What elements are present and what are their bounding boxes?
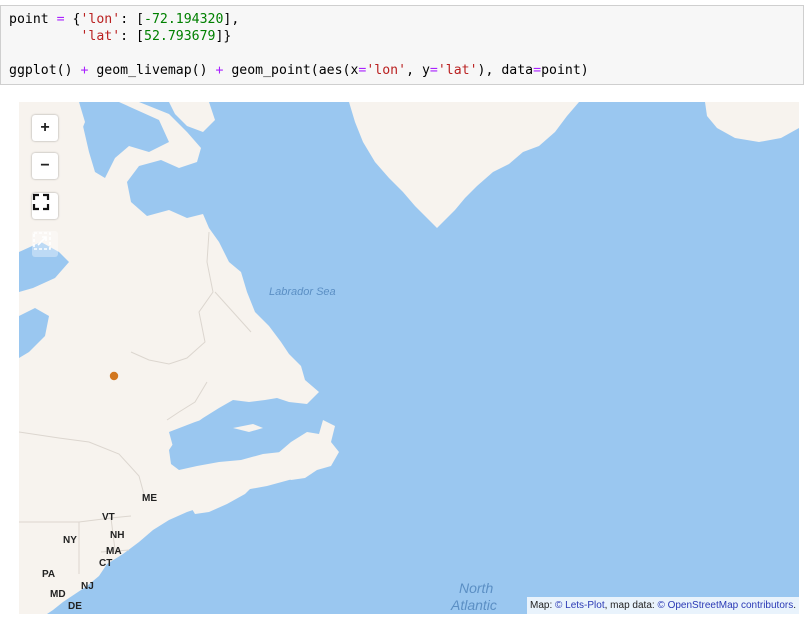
code-token: 'lat' <box>437 63 478 78</box>
attribution-text: Map: <box>529 600 555 611</box>
code-token: point <box>9 12 49 27</box>
state-label-me: ME <box>142 493 157 504</box>
code-token: ]} <box>215 29 232 44</box>
code-token: geom_point(aes(x <box>223 63 359 78</box>
code-token: : [ <box>120 12 145 27</box>
code-token: 'lon' <box>366 63 407 78</box>
code-token: ggplot() <box>9 63 81 78</box>
geom-point[interactable] <box>109 371 119 381</box>
fullscreen-icon <box>32 193 50 211</box>
state-label-nj: NJ <box>81 581 94 592</box>
code-token: 52.793679 <box>144 29 216 44</box>
code-line-3: ggplot() + geom_livemap() + geom_point(a… <box>9 62 589 79</box>
lets-plot-link[interactable]: Lets-Plot <box>562 600 604 611</box>
state-label-ct: CT <box>99 558 113 569</box>
state-label-ma: MA <box>106 546 122 557</box>
code-token: = <box>48 12 73 27</box>
reset-view-button[interactable] <box>32 231 58 257</box>
state-label-pa: PA <box>42 569 56 580</box>
state-label-vt: VT <box>102 512 115 523</box>
state-label-ny: NY <box>63 535 77 546</box>
atlantic-label: Atlantic <box>451 597 497 613</box>
code-token: geom_livemap() <box>88 63 216 78</box>
code-token: : [ <box>120 29 144 44</box>
attribution-text: . <box>793 600 796 611</box>
code-token: = <box>429 63 438 78</box>
north-label: North <box>459 580 494 596</box>
copyright-link[interactable]: © <box>657 600 664 611</box>
code-line-1: point = {'lon': [-72.194320], <box>9 11 239 28</box>
state-label-md: MD <box>50 589 66 600</box>
code-line-2: 'lat': [52.793679]} <box>9 28 231 45</box>
code-token: 'lat' <box>80 29 121 44</box>
code-cell[interactable]: point = {'lon': [-72.194320], 'lat': [52… <box>0 5 804 85</box>
code-token: point) <box>541 63 589 78</box>
zoom-out-button[interactable]: − <box>32 153 58 179</box>
code-token: ], <box>223 12 240 27</box>
code-token: = <box>533 63 542 78</box>
map-canvas[interactable] <box>19 102 799 614</box>
code-token: 'lon' <box>80 12 121 27</box>
reset-view-icon <box>33 232 51 250</box>
livemap[interactable]: + − Labrador Sea North Atlantic ME VT NY… <box>19 102 799 614</box>
code-token: -72.194320 <box>144 12 224 27</box>
fullscreen-button[interactable] <box>32 193 58 219</box>
zoom-in-button[interactable]: + <box>32 115 58 141</box>
map-attribution: Map: © Lets-Plot, map data: © OpenStreet… <box>526 597 799 614</box>
minus-icon: − <box>40 157 50 174</box>
state-label-de: DE <box>68 601 82 612</box>
labrador-sea-label: Labrador Sea <box>269 286 336 298</box>
state-label-nh: NH <box>110 530 125 541</box>
attribution-text: , map data: <box>604 600 658 611</box>
code-token: ), data <box>477 63 534 78</box>
plus-icon: + <box>40 119 50 136</box>
code-token: , y <box>406 63 430 78</box>
openstreetmap-link[interactable]: OpenStreetMap contributors <box>665 600 794 611</box>
